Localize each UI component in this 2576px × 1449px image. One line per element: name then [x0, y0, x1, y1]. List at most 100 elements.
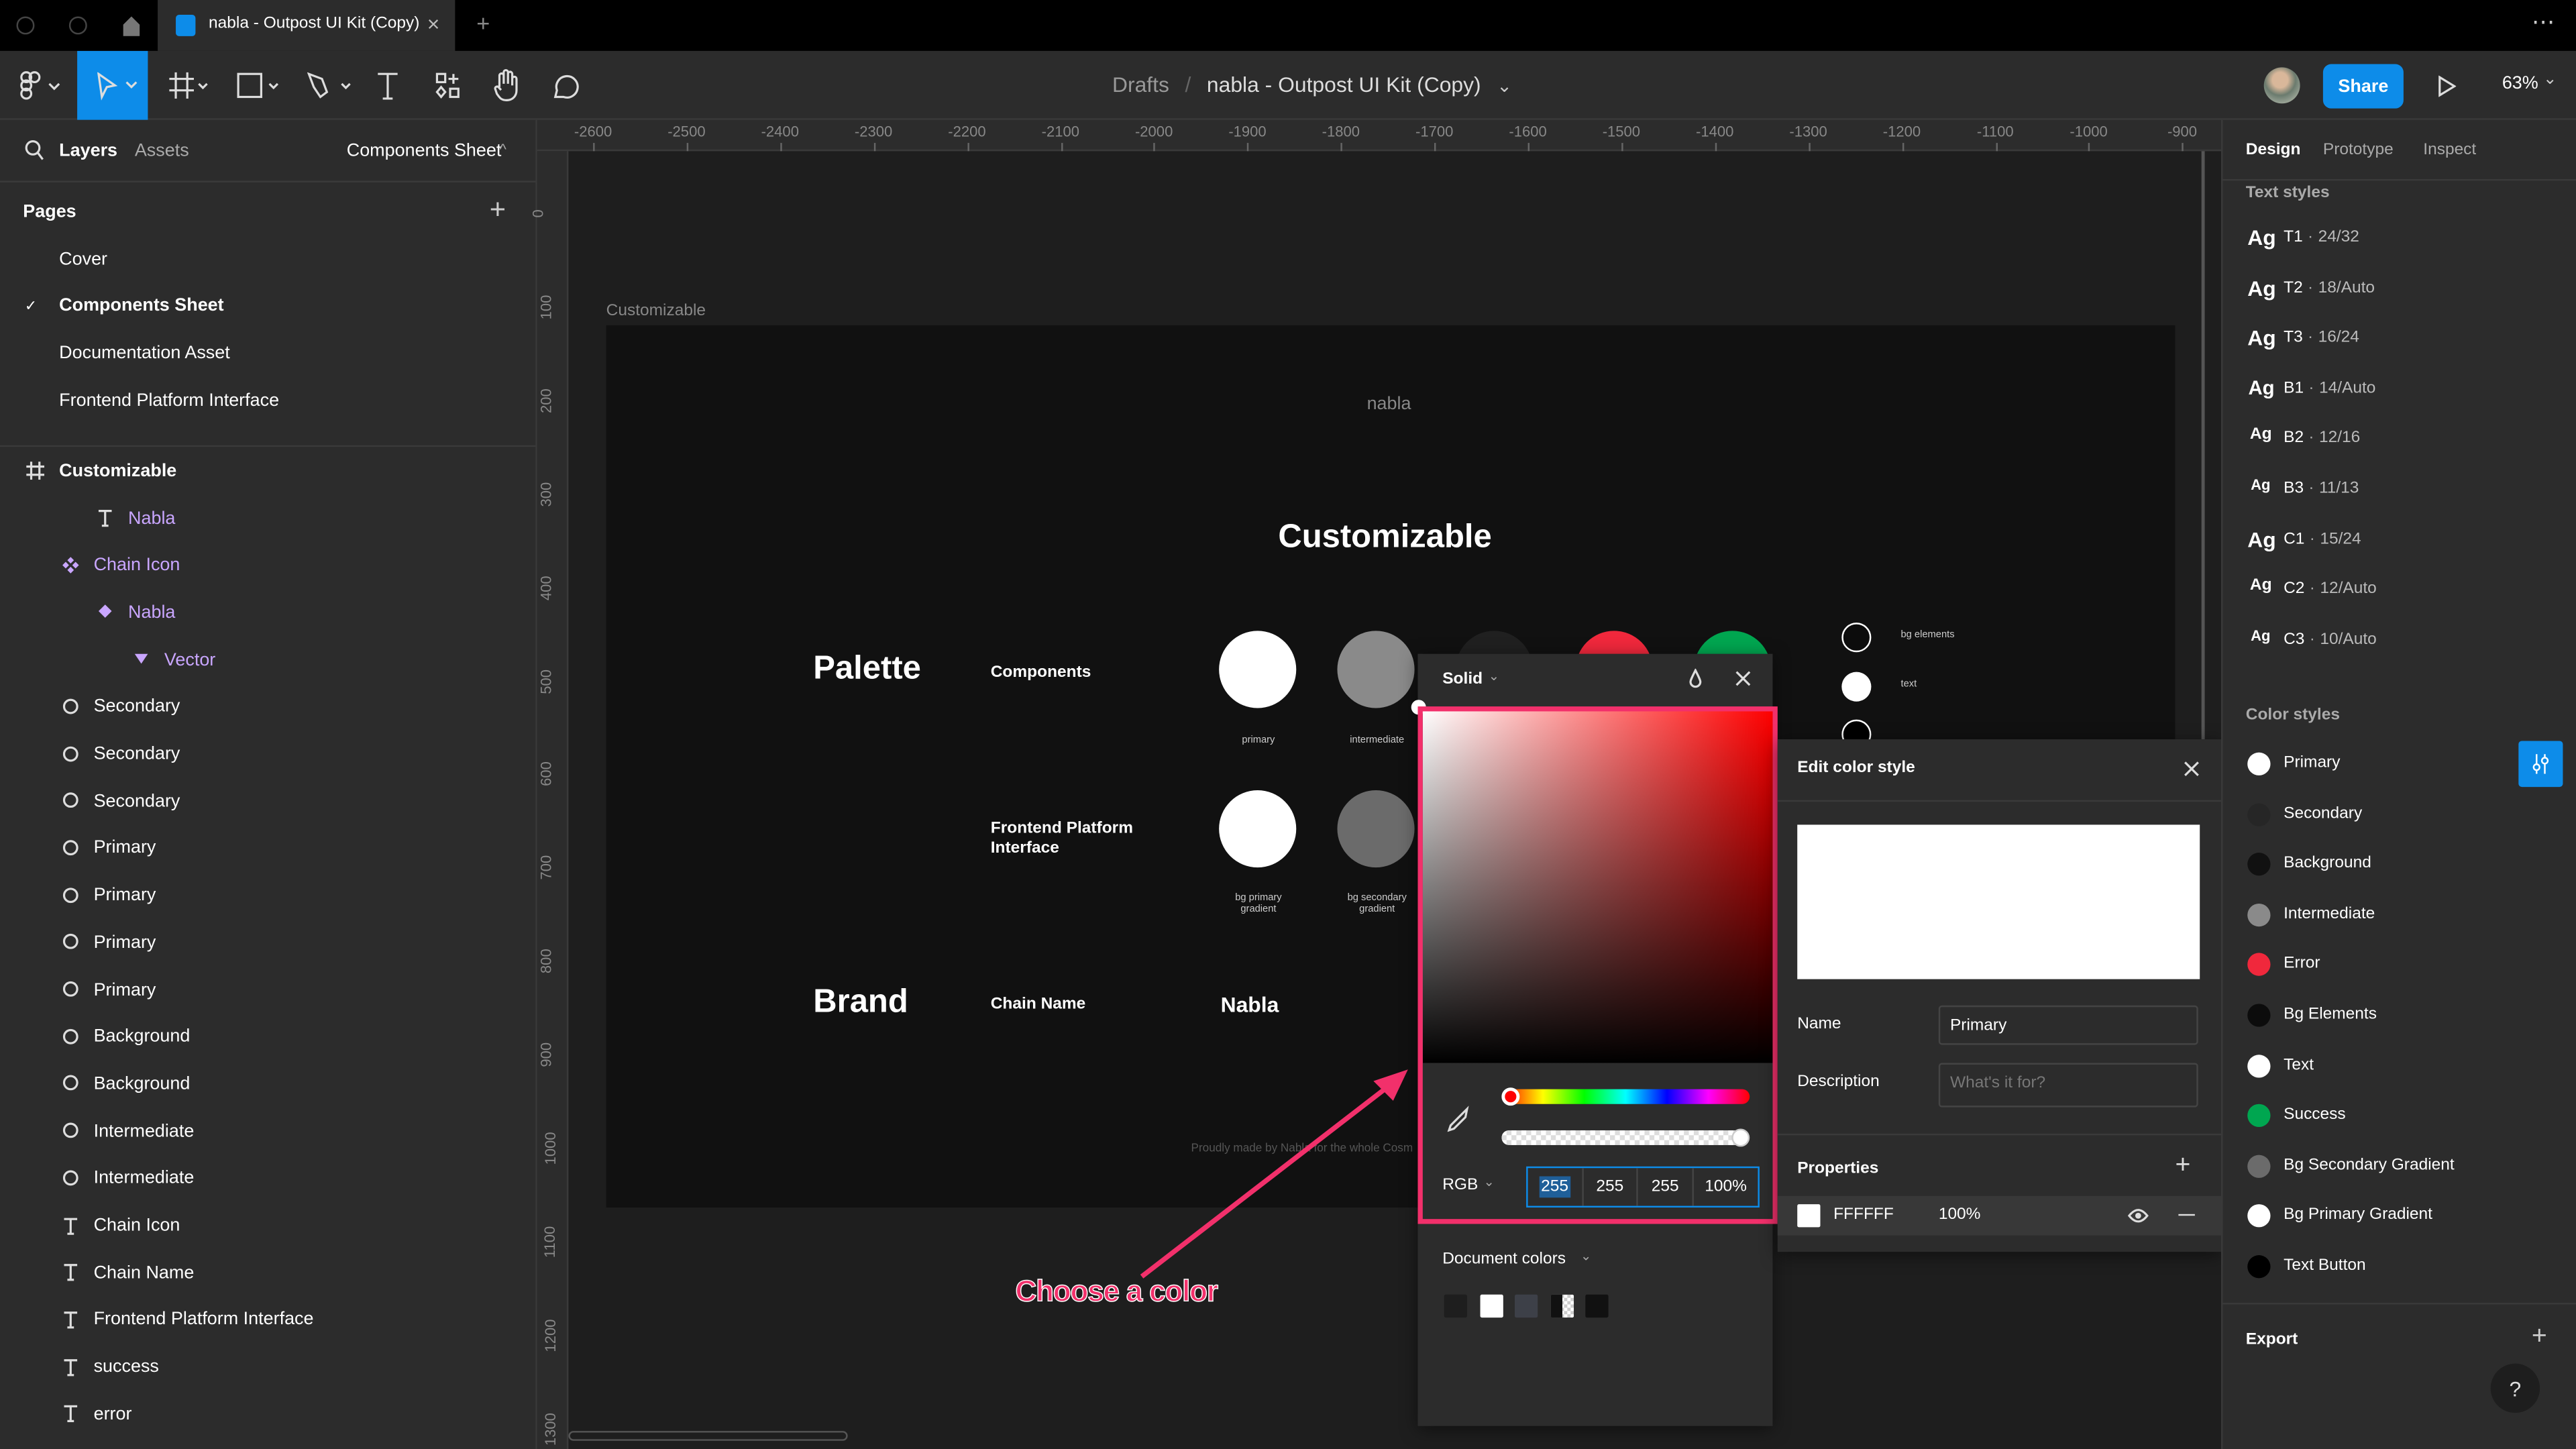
eyedropper-icon[interactable] [1447, 1106, 1470, 1132]
layer-item[interactable]: Secondary [0, 777, 535, 825]
search-icon[interactable] [25, 140, 44, 161]
document-colors-dropdown[interactable]: Document colors [1442, 1250, 1566, 1269]
style-settings-button[interactable] [2518, 741, 2563, 788]
color-handle[interactable] [1411, 700, 1426, 715]
color-swatch-circle[interactable] [1219, 790, 1297, 868]
pen-tool-icon[interactable] [307, 72, 356, 101]
fill-type-dropdown[interactable]: Solid [1442, 670, 1483, 688]
layer-item[interactable]: error [0, 1391, 535, 1438]
color-style-item[interactable]: Text Button [2222, 1252, 2502, 1281]
tab-assets[interactable]: Assets [135, 142, 189, 161]
document-color-swatch[interactable] [1479, 1294, 1503, 1318]
vertical-scrollbar[interactable] [2201, 151, 2205, 740]
color-style-item[interactable]: Bg Secondary Gradient [2222, 1151, 2502, 1181]
avatar[interactable] [2263, 67, 2300, 104]
text-style-item[interactable]: Ag T2 · 18/Auto [2222, 275, 2576, 308]
name-input[interactable]: Primary [1938, 1005, 2198, 1045]
resources-icon[interactable] [435, 72, 464, 101]
color-style-item[interactable]: Background [2222, 850, 2502, 879]
text-style-item[interactable]: Ag C3 · 10/Auto [2222, 627, 2576, 660]
window-control[interactable] [16, 16, 35, 35]
tab-inspect[interactable]: Inspect [2423, 142, 2476, 160]
file-name[interactable]: nabla - Outpost UI Kit (Copy) [1207, 72, 1481, 97]
hue-handle[interactable] [1501, 1087, 1520, 1106]
color-style-item[interactable]: Primary [2222, 749, 2502, 779]
alpha-input[interactable]: 100% [1694, 1168, 1758, 1205]
color-style-item[interactable]: Text [2222, 1051, 2502, 1080]
layer-item[interactable]: Nabla [0, 589, 535, 637]
layer-item[interactable]: Intermediate [0, 1108, 535, 1155]
share-button[interactable]: Share [2322, 64, 2404, 109]
tab-prototype[interactable]: Prototype [2323, 142, 2394, 160]
opacity-handle[interactable] [1731, 1128, 1750, 1147]
layer-item[interactable]: Primary [0, 871, 535, 919]
add-page-icon[interactable]: + [490, 194, 506, 227]
close-icon[interactable] [1735, 670, 1751, 686]
color-style-item[interactable]: Error [2222, 950, 2502, 979]
layer-item[interactable]: Vector [0, 636, 535, 684]
tab-design[interactable]: Design [2246, 142, 2301, 160]
red-input[interactable]: 255 [1539, 1176, 1570, 1198]
text-style-item[interactable]: Ag B2 · 12/16 [2222, 426, 2576, 459]
more-icon[interactable]: ⋯ [2532, 8, 2555, 36]
layer-item[interactable]: Background [0, 1013, 535, 1061]
zoom-chevron-icon[interactable]: ⌄ [2543, 70, 2557, 89]
layer-item[interactable]: Nabla [0, 494, 535, 542]
fill-swatch[interactable] [1797, 1204, 1821, 1228]
layer-item[interactable]: Intermediate [0, 1155, 535, 1202]
text-style-item[interactable]: Ag T1 · 24/32 [2222, 225, 2576, 258]
document-color-swatch[interactable] [1585, 1294, 1609, 1318]
description-input[interactable]: What's it for? [1938, 1063, 2198, 1108]
breadcrumb-drafts[interactable]: Drafts [1112, 72, 1169, 97]
frame-tool-icon[interactable] [169, 72, 209, 99]
new-tab-icon[interactable]: + [476, 10, 490, 36]
text-style-item[interactable]: Ag B3 · 11/13 [2222, 476, 2576, 509]
color-style-item[interactable]: Success [2222, 1101, 2502, 1130]
close-tab-icon[interactable]: × [427, 11, 440, 36]
add-export-icon[interactable]: + [2532, 1322, 2547, 1352]
text-style-item[interactable]: Ag C1 · 15/24 [2222, 527, 2576, 559]
color-swatch-circle[interactable] [1219, 631, 1297, 708]
blue-input[interactable]: 255 [1638, 1168, 1694, 1206]
color-style-item[interactable]: Bg Primary Gradient [2222, 1201, 2502, 1231]
color-style-item[interactable]: Intermediate [2222, 900, 2502, 930]
document-color-swatch[interactable] [1550, 1294, 1573, 1318]
layer-item[interactable]: Primary [0, 824, 535, 872]
color-style-item[interactable]: Secondary [2222, 800, 2502, 829]
style-drop-icon[interactable] [1689, 668, 1703, 688]
text-style-item[interactable]: Ag C2 · 12/Auto [2222, 577, 2576, 610]
layer-item[interactable]: Chain Icon [0, 1201, 535, 1249]
fill-hex[interactable]: FFFFFF [1833, 1206, 1894, 1224]
help-button[interactable]: ? [2490, 1363, 2540, 1413]
page-selector[interactable]: Components Sheet [347, 142, 502, 161]
green-input[interactable]: 255 [1583, 1168, 1639, 1206]
comment-tool-icon[interactable] [552, 72, 580, 101]
file-tab[interactable]: nabla - Outpost UI Kit (Copy) × [158, 0, 455, 51]
color-swatch-circle[interactable] [1841, 623, 1872, 653]
layer-item[interactable]: Background [0, 1061, 535, 1108]
text-style-item[interactable]: Ag B1 · 14/Auto [2222, 376, 2576, 409]
tab-layers[interactable]: Layers [59, 142, 117, 161]
layer-item[interactable]: Chain Icon [0, 541, 535, 589]
remove-fill-icon[interactable] [2178, 1214, 2195, 1216]
layer-item[interactable]: Primary [0, 919, 535, 967]
fill-row[interactable]: FFFFFF 100% [1777, 1195, 2222, 1236]
text-tool-icon[interactable] [376, 72, 399, 101]
shape-tool-icon[interactable] [237, 72, 283, 99]
present-icon[interactable] [2438, 75, 2457, 97]
page-item[interactable]: Frontend Platform Interface [0, 376, 535, 424]
color-swatch-circle[interactable] [1337, 631, 1415, 708]
page-item[interactable]: ✓ Components Sheet [0, 282, 535, 329]
layer-item[interactable]: success [0, 1343, 535, 1391]
chevron-down-icon[interactable]: ⌄ [1497, 77, 1512, 97]
home-icon[interactable] [121, 15, 141, 36]
close-icon[interactable] [2184, 761, 2200, 777]
saturation-brightness-area[interactable] [1422, 709, 1773, 1063]
color-style-item[interactable]: Bg Elements [2222, 1000, 2502, 1030]
frame-name-label[interactable]: Customizable [606, 303, 706, 321]
layer-item[interactable]: Secondary [0, 731, 535, 778]
fill-opacity[interactable]: 100% [1939, 1206, 1981, 1224]
document-color-swatch[interactable] [1514, 1294, 1538, 1318]
layer-item[interactable]: Chain Name [0, 1249, 535, 1297]
color-swatch-circle[interactable] [1337, 790, 1415, 868]
